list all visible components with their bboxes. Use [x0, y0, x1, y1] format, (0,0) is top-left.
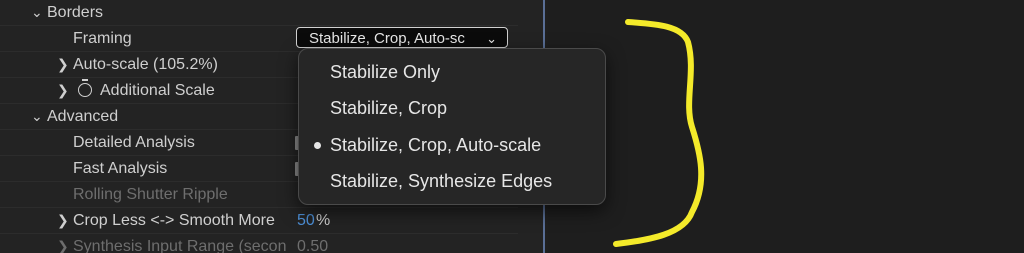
chevron-right-icon[interactable]: ❯ [57, 52, 69, 77]
chevron-right-icon[interactable]: ❯ [57, 208, 69, 233]
chevron-down-icon[interactable]: ⌄ [31, 0, 43, 25]
chevron-right-icon[interactable]: ❯ [57, 78, 69, 103]
chevron-down-icon: ⌄ [486, 31, 497, 46]
chevron-down-icon[interactable]: ⌄ [31, 104, 43, 129]
crop-smooth-label: Crop Less <-> Smooth More [73, 212, 275, 229]
additional-scale-label: Additional Scale [100, 82, 215, 99]
advanced-group-label: Advanced [47, 108, 119, 125]
crop-smooth-value[interactable]: 50 [297, 208, 315, 233]
framing-label: Framing [73, 30, 132, 47]
synthesis-range-row: ❯ Synthesis Input Range (secon 0.50 [0, 234, 518, 253]
framing-dropdown[interactable]: Stabilize, Crop, Auto-sc ⌄ [296, 27, 508, 48]
detailed-analysis-label: Detailed Analysis [73, 134, 195, 151]
chevron-right-icon: ❯ [57, 238, 69, 253]
screen: ⌄ Borders Framing ❯ Auto-scale (105.2%) … [0, 0, 1024, 253]
selected-bullet-icon [314, 142, 321, 149]
menu-item-stabilize-synthesize-edges[interactable]: Stabilize, Synthesize Edges [299, 164, 605, 198]
borders-group-header[interactable]: ⌄ Borders [0, 0, 518, 26]
fast-analysis-label: Fast Analysis [73, 160, 168, 177]
autoscale-label: Auto-scale (105.2%) [73, 56, 218, 73]
menu-item-stabilize-crop-autoscale[interactable]: Stabilize, Crop, Auto-scale [299, 128, 605, 162]
borders-group-label: Borders [47, 4, 104, 21]
menu-item-stabilize-crop[interactable]: Stabilize, Crop [299, 91, 605, 125]
crop-smooth-unit: % [316, 212, 331, 229]
framing-options-menu: Stabilize Only Stabilize, Crop Stabilize… [298, 48, 606, 205]
rolling-shutter-label: Rolling Shutter Ripple [73, 186, 228, 203]
stopwatch-icon[interactable] [78, 79, 92, 97]
synthesis-range-label: Synthesis Input Range (secon [73, 238, 287, 253]
framing-dropdown-value: Stabilize, Crop, Auto-sc [309, 30, 465, 47]
annotation-bracket-icon [613, 19, 705, 247]
synthesis-range-value: 0.50 [297, 238, 329, 253]
crop-smooth-row[interactable]: ❯ Crop Less <-> Smooth More 50 % [0, 208, 518, 234]
menu-item-stabilize-only[interactable]: Stabilize Only [299, 55, 605, 89]
